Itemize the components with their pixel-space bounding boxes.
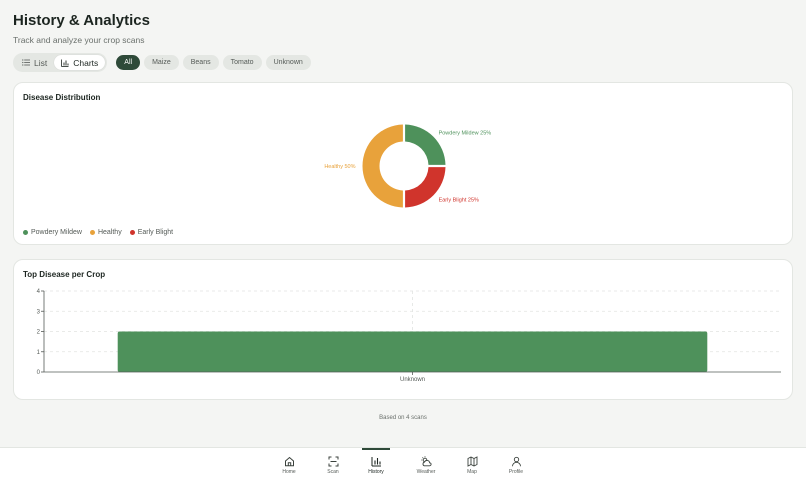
donut-label-powdery-mildew: Powdery Mildew 25% bbox=[439, 130, 492, 136]
charts-view-label: Charts bbox=[73, 57, 99, 68]
disease-distribution-card: Disease Distribution Powdery Mildew 25% E… bbox=[13, 82, 793, 245]
list-view-label: List bbox=[34, 57, 48, 68]
map-icon bbox=[467, 456, 477, 467]
view-toggle: List Charts bbox=[13, 53, 108, 72]
filter-toolbar: List Charts All Maize Beans Tomato Unkno… bbox=[13, 53, 311, 72]
page-title: History & Analytics bbox=[13, 12, 150, 29]
filter-chip-maize[interactable]: Maize bbox=[144, 55, 179, 70]
donut-label-healthy: Healthy 50% bbox=[324, 164, 355, 170]
disease-distribution-donut: Powdery Mildew 25% Early Blight 25% Health… bbox=[324, 124, 492, 208]
scan-count-note: Based on 4 scans bbox=[379, 415, 427, 421]
filter-chip-unknown[interactable]: Unknown bbox=[265, 55, 311, 70]
bar-unknown bbox=[117, 331, 708, 372]
top-disease-card: Top Disease per Crop 0 1 2 3 4 Unknown bbox=[13, 259, 793, 400]
top-disease-bar-chart: 0 1 2 3 4 Unknown bbox=[37, 289, 781, 383]
scan-icon bbox=[328, 456, 338, 467]
filter-chip-beans[interactable]: Beans bbox=[182, 55, 219, 70]
y-tick-label-1: 1 bbox=[37, 350, 41, 356]
nav-profile[interactable]: Profile bbox=[501, 448, 531, 483]
y-tick-label-4: 4 bbox=[37, 289, 41, 295]
nav-scan-label: Scan bbox=[327, 469, 339, 475]
nav-weather-label: Weather bbox=[416, 469, 436, 475]
list-icon bbox=[22, 59, 30, 66]
disease-distribution-legend: Powdery Mildew Healthy Early Blight bbox=[23, 229, 181, 236]
profile-icon bbox=[511, 456, 521, 467]
donut-slice-healthy bbox=[362, 124, 403, 208]
nav-history-label: History bbox=[368, 469, 384, 475]
nav-home[interactable]: Home bbox=[274, 448, 304, 483]
home-icon bbox=[284, 456, 294, 467]
y-tick-label-3: 3 bbox=[37, 309, 41, 315]
weather-icon bbox=[420, 456, 431, 467]
bar-chart-icon bbox=[61, 59, 69, 67]
nav-home-label: Home bbox=[282, 469, 296, 475]
donut-label-early-blight: Early Blight 25% bbox=[439, 198, 479, 204]
page-subtitle: Track and analyze your crop scans bbox=[13, 35, 145, 45]
nav-weather[interactable]: Weather bbox=[411, 448, 441, 483]
legend-dot-healthy bbox=[89, 230, 95, 235]
legend-label-healthy: Healthy bbox=[97, 229, 122, 236]
legend-dot-early-blight bbox=[129, 230, 135, 235]
chart-icon bbox=[371, 457, 381, 467]
charts-view-button[interactable]: Charts bbox=[54, 55, 106, 70]
filter-chip-tomato[interactable]: Tomato bbox=[222, 55, 262, 70]
legend-label-powdery-mildew: Powdery Mildew bbox=[31, 229, 82, 236]
legend-item-powdery-mildew: Powdery Mildew bbox=[23, 229, 82, 236]
legend-dot-powdery-mildew bbox=[23, 230, 28, 235]
list-view-button[interactable]: List bbox=[15, 55, 54, 70]
legend-item-healthy: Healthy bbox=[89, 229, 122, 236]
page-header: History & Analytics Track and analyze yo… bbox=[13, 12, 150, 45]
nav-scan[interactable]: Scan bbox=[318, 448, 348, 483]
y-tick-label-0: 0 bbox=[37, 370, 41, 376]
nav-map[interactable]: Map bbox=[457, 448, 487, 483]
filter-chip-all[interactable]: All bbox=[116, 55, 141, 70]
nav-history[interactable]: History bbox=[362, 448, 390, 483]
nav-map-label: Map bbox=[467, 469, 477, 475]
x-tick-label-unknown: Unknown bbox=[400, 377, 425, 383]
nav-profile-label: Profile bbox=[508, 469, 524, 475]
legend-item-early-blight: Early Blight bbox=[129, 229, 174, 236]
legend-label-early-blight: Early Blight bbox=[137, 229, 174, 236]
bottom-navigation: Home Scan History Weather Map Profile bbox=[0, 447, 806, 483]
y-tick-label-2: 2 bbox=[37, 330, 41, 336]
